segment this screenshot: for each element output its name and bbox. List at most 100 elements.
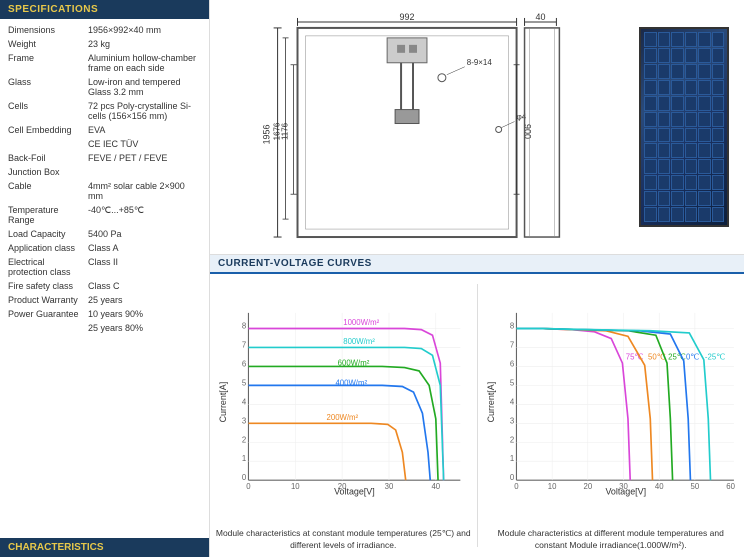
spec-value: Low-iron and tempered Glass 3.2 mm <box>88 77 201 97</box>
curves-content: Current[A] Voltage[V] 0 1 2 3 4 5 6 7 <box>210 274 744 557</box>
spec-row-frame: Frame Aluminium hollow-chamber frame on … <box>8 51 201 75</box>
spec-value: 25 years 80% <box>88 323 201 333</box>
svg-text:40: 40 <box>535 12 545 22</box>
top-section: 992 40 1956 <box>210 0 744 255</box>
spec-value: Class C <box>88 281 201 291</box>
svg-text:8: 8 <box>509 322 513 331</box>
chart2-svg: Current[A] Voltage[V] 0 1 2 3 4 5 6 7 <box>483 279 740 525</box>
spec-row-appclass: Application class Class A <box>8 241 201 255</box>
spec-label: Cell Embedding <box>8 125 88 135</box>
spec-row-fire: Fire safety class Class C <box>8 279 201 293</box>
spec-label: Cells <box>8 101 88 111</box>
spec-label: Electrical protection class <box>8 257 88 277</box>
spec-label: Fire safety class <box>8 281 88 291</box>
svg-text:0: 0 <box>514 482 519 491</box>
spec-row-glass: Glass Low-iron and tempered Glass 3.2 mm <box>8 75 201 99</box>
specs-header: SPECIFICATIONS <box>0 0 209 19</box>
spec-label: Product Warranty <box>8 295 88 305</box>
spec-label: Application class <box>8 243 88 253</box>
svg-text:6: 6 <box>242 359 246 368</box>
spec-label: Glass <box>8 77 88 87</box>
svg-text:992: 992 <box>400 12 415 22</box>
svg-text:600W/m²: 600W/m² <box>338 358 370 367</box>
chart2-area: Current[A] Voltage[V] 0 1 2 3 4 5 6 7 <box>483 279 740 525</box>
spec-value: 23 kg <box>88 39 201 49</box>
spec-value: -40℃...+85℃ <box>88 205 201 216</box>
spec-value: EVA <box>88 125 201 135</box>
chart1-area: Current[A] Voltage[V] 0 1 2 3 4 5 6 7 <box>215 279 472 525</box>
chart2: Current[A] Voltage[V] 0 1 2 3 4 5 6 7 <box>483 279 740 552</box>
spec-label: Temperature Range <box>8 205 88 225</box>
svg-text:800W/m²: 800W/m² <box>343 337 375 346</box>
svg-text:0: 0 <box>509 473 514 482</box>
svg-text:30: 30 <box>619 482 628 491</box>
spec-row-cell-embedding: Cell Embedding EVA <box>8 123 201 137</box>
svg-text:0: 0 <box>246 482 251 491</box>
spec-row-elec: Electrical protection class Class II <box>8 255 201 279</box>
svg-text:30: 30 <box>385 482 394 491</box>
spec-label: Back-Foil <box>8 153 88 163</box>
svg-text:1: 1 <box>242 454 246 463</box>
solar-panel-image <box>639 27 729 227</box>
svg-text:400W/m²: 400W/m² <box>335 378 367 387</box>
svg-text:40: 40 <box>654 482 663 491</box>
svg-text:10: 10 <box>547 482 556 491</box>
svg-text:1176: 1176 <box>281 122 290 140</box>
svg-text:10: 10 <box>291 482 300 491</box>
spec-label: Dimensions <box>8 25 88 35</box>
spec-row-cells: Cells 72 pcs Poly-crystalline Si-cells (… <box>8 99 201 123</box>
svg-text:50: 50 <box>690 482 699 491</box>
chart2-caption: Module characteristics at different modu… <box>483 528 740 552</box>
left-panel: SPECIFICATIONS Dimensions 1956×992×40 mm… <box>0 0 210 557</box>
svg-text:2: 2 <box>242 435 246 444</box>
svg-text:4: 4 <box>509 397 514 406</box>
svg-text:4: 4 <box>242 397 247 406</box>
svg-text:5: 5 <box>509 378 514 387</box>
spec-value: 1956×992×40 mm <box>88 25 201 35</box>
svg-text:8: 8 <box>242 322 246 331</box>
chart1-caption: Module characteristics at constant modul… <box>215 528 472 552</box>
svg-text:6: 6 <box>509 359 513 368</box>
spec-value: Class II <box>88 257 201 267</box>
svg-text:8-9×14: 8-9×14 <box>467 58 493 67</box>
technical-diagram: 992 40 1956 <box>247 10 587 244</box>
spec-row-junctionbox: Junction Box <box>8 165 201 179</box>
svg-text:3: 3 <box>509 416 513 425</box>
svg-text:0: 0 <box>242 473 247 482</box>
specs-table: Dimensions 1956×992×40 mm Weight 23 kg F… <box>0 19 209 538</box>
svg-text:20: 20 <box>338 482 347 491</box>
spec-row-power: Power Guarantee 10 years 90% <box>8 307 201 321</box>
svg-text:Current[A]: Current[A] <box>486 382 496 423</box>
spec-label: Weight <box>8 39 88 49</box>
svg-text:40: 40 <box>431 482 440 491</box>
svg-text:20: 20 <box>583 482 592 491</box>
spec-value: FEVE / PET / FEVE <box>88 153 201 163</box>
svg-text:5: 5 <box>242 378 247 387</box>
svg-text:-25℃: -25℃ <box>704 353 724 362</box>
spec-value: CE IEC TÜV <box>88 139 201 149</box>
svg-text:1000W/m²: 1000W/m² <box>343 318 379 327</box>
svg-text:2: 2 <box>509 435 513 444</box>
spec-value: 4mm² solar cable 2×900 mm <box>88 181 201 201</box>
svg-text:7: 7 <box>242 340 246 349</box>
curves-header: CURRENT-VOLTAGE CURVES <box>210 255 744 274</box>
photo-area <box>624 0 744 254</box>
diagram-area: 992 40 1956 <box>210 0 624 254</box>
spec-row-warranty: Product Warranty 25 years <box>8 293 201 307</box>
spec-row-certs: CE IEC TÜV <box>8 137 201 151</box>
spec-value: 25 years <box>88 295 201 305</box>
svg-text:3: 3 <box>242 416 246 425</box>
spec-row-power2: 25 years 80% <box>8 321 201 335</box>
curves-section: CURRENT-VOLTAGE CURVES Current[A] Voltag… <box>210 255 744 557</box>
chart1: Current[A] Voltage[V] 0 1 2 3 4 5 6 7 <box>215 279 472 552</box>
spec-row-load: Load Capacity 5400 Pa <box>8 227 201 241</box>
svg-text:1956: 1956 <box>262 124 272 144</box>
spec-value: 72 pcs Poly-crystalline Si-cells (156×15… <box>88 101 201 121</box>
spec-row-backfoil: Back-Foil FEVE / PET / FEVE <box>8 151 201 165</box>
right-panel: 992 40 1956 <box>210 0 744 557</box>
svg-text:Current[A]: Current[A] <box>218 382 228 423</box>
spec-row-cable: Cable 4mm² solar cable 2×900 mm <box>8 179 201 203</box>
spec-label: Power Guarantee <box>8 309 88 319</box>
spec-value: Aluminium hollow-chamber frame on each s… <box>88 53 201 73</box>
svg-text:200W/m²: 200W/m² <box>327 413 359 422</box>
